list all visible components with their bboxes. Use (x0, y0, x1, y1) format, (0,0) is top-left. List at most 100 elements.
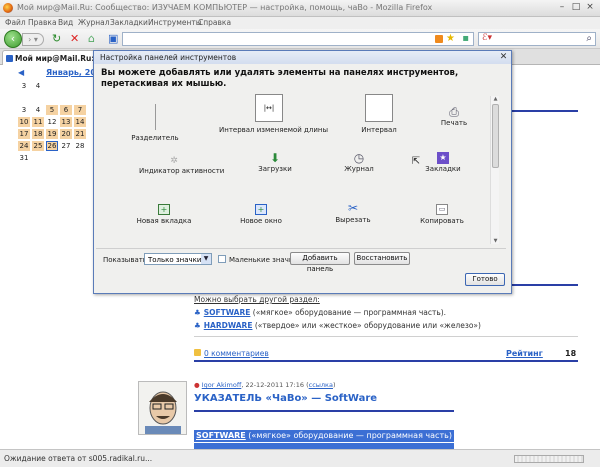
small-icons-label[interactable]: Маленькие значки (229, 256, 298, 264)
search-engine-icon[interactable]: ℰ▾ (482, 33, 492, 43)
scroll-thumb[interactable] (492, 104, 499, 168)
calendar-day[interactable]: 3 (18, 105, 30, 115)
chevron-down-icon[interactable]: ▼ (201, 254, 211, 264)
menu-file[interactable]: Файл (5, 18, 26, 27)
bookmark-star-icon[interactable]: ★ (446, 33, 455, 44)
calendar-day[interactable]: 11 (32, 117, 44, 127)
calendar-day[interactable]: 12 (46, 117, 58, 127)
calendar-day[interactable]: 14 (74, 117, 86, 127)
space-icon (365, 94, 393, 122)
calendar-day-today[interactable]: 26 (46, 141, 58, 151)
menu-help[interactable]: Справка (198, 18, 231, 27)
avatar[interactable] (138, 381, 187, 435)
close-window-button[interactable]: × (584, 2, 596, 14)
small-icons-checkbox[interactable] (218, 255, 226, 263)
calendar-day[interactable]: 27 (60, 141, 72, 151)
minimize-button[interactable]: – (556, 2, 568, 14)
palette-label: Загрузки (258, 165, 292, 173)
calendar-day[interactable]: 19 (46, 129, 58, 139)
dialog-divider (96, 248, 506, 249)
author-link[interactable]: Igor Akimoff (202, 381, 242, 389)
selected-text[interactable]: SOFTWARE («мягкое» оборудование — програ… (194, 430, 454, 442)
post-title[interactable]: УКАЗАТЕЛЬ «ЧаВо» — SoftWare (194, 393, 377, 404)
divider-rule (194, 410, 454, 412)
palette-flexible-space[interactable]: |↔| Интервал изменяемой длины (219, 94, 329, 134)
calendar-day[interactable]: 21 (74, 129, 86, 139)
palette-label: Интервал изменяемой длины (219, 126, 329, 134)
calendar-day[interactable]: 18 (32, 129, 44, 139)
calendar-day[interactable]: 5 (46, 105, 58, 115)
calendar-day[interactable]: 20 (60, 129, 72, 139)
navigation-bar: ‹ › ▾ ↻ ✕ ⌂ ▣ ★ ▪ ℰ▾ ⌕ (0, 29, 600, 49)
palette-new-tab[interactable]: + Новая вкладка (129, 204, 199, 225)
forward-button[interactable]: › ▾ (22, 33, 44, 46)
search-icon[interactable]: ⌕ (586, 33, 592, 44)
calendar-day[interactable]: 4 (32, 105, 44, 115)
show-select[interactable]: Только значки ▼ (144, 253, 212, 265)
stop-icon[interactable]: ✕ (70, 33, 79, 45)
calendar-day[interactable]: 17 (18, 129, 30, 139)
palette-space[interactable]: Интервал (349, 94, 409, 134)
palette-copy[interactable]: ▭ Копировать (411, 204, 473, 225)
calendar-day[interactable]: 10 (18, 117, 30, 127)
palette-cut[interactable]: ✂ Вырезать (325, 202, 381, 225)
selected-rest: («мягкое» оборудование — программная час… (245, 431, 452, 440)
calendar-day[interactable]: 7 (74, 105, 86, 115)
post-date: , 22-12-2011 17:16 ( (241, 381, 309, 389)
calendar-day[interactable]: 4 (32, 81, 44, 91)
window-title: Мой мир@Mail.Ru: Сообщество: ИЗУЧАЕМ КОМ… (17, 3, 433, 12)
palette-new-window[interactable]: + Новое окно (229, 204, 293, 225)
page-icon[interactable]: ▪ (462, 33, 469, 44)
calendar-day[interactable]: 25 (32, 141, 44, 151)
calendar-day[interactable]: 6 (60, 105, 72, 115)
calendar-day[interactable]: 13 (60, 117, 72, 127)
calendar-day[interactable]: 31 (18, 153, 30, 163)
calendar-prev-icon[interactable]: ◀ (18, 68, 24, 77)
calendar-day[interactable]: 3 (18, 81, 30, 91)
menu-tools[interactable]: Инструменты (148, 18, 202, 27)
restore-button[interactable]: Восстановить (354, 252, 410, 265)
palette-label: Новое окно (240, 217, 282, 225)
back-button[interactable]: ‹ (4, 30, 22, 48)
list-item: ♣ SOFTWARE («мягкое» оборудование — прогр… (194, 308, 446, 317)
palette-label: Интервал (361, 126, 397, 134)
rss-icon[interactable] (435, 35, 443, 43)
menu-history[interactable]: Журнал (78, 18, 110, 27)
rating-value: 18 (565, 349, 577, 358)
scroll-up-icon[interactable]: ▲ (492, 96, 499, 102)
comments-link[interactable]: 0 комментариев (204, 349, 269, 358)
title-bar: Мой мир@Mail.Ru: Сообщество: ИЗУЧАЕМ КОМ… (0, 0, 600, 17)
add-toolbar-button[interactable]: Добавить панель (290, 252, 350, 273)
done-button[interactable]: Готово (465, 273, 505, 286)
rating-link[interactable]: Рейтинг (506, 349, 543, 358)
reload-icon[interactable]: ↻ (52, 33, 61, 45)
list-item-text: («мягкое» оборудование — программная час… (250, 308, 447, 317)
palette-downloads[interactable]: ⬇ Загрузки (249, 152, 301, 173)
palette-separator[interactable]: Разделитель (129, 104, 181, 142)
home-icon[interactable]: ⌂ (88, 33, 95, 45)
calendar-day[interactable]: 24 (18, 141, 30, 151)
palette-activity-indicator[interactable]: ✲ Индикатор активности (139, 156, 224, 175)
palette-print[interactable]: ⎙ Печать (429, 106, 479, 127)
selected-bold[interactable]: SOFTWARE (196, 431, 246, 440)
permalink[interactable]: ссылка (309, 381, 333, 389)
menu-bookmarks[interactable]: Закладки (110, 18, 148, 27)
palette-history[interactable]: ◷ Журнал (333, 152, 385, 173)
palette-scrollbar[interactable]: ▲ ▼ (490, 96, 499, 244)
hardware-link[interactable]: HARDWARE (204, 321, 253, 330)
calendar-day[interactable]: 28 (74, 141, 86, 151)
search-input[interactable]: ℰ▾ ⌕ (478, 32, 596, 46)
palette-bookmarks[interactable]: ★ Закладки (417, 152, 469, 173)
maximize-button[interactable]: □ (570, 2, 582, 14)
palette-label: Печать (440, 119, 468, 127)
palette-label: Журнал (344, 165, 374, 173)
mouse-cursor-icon: ⇱ (411, 156, 421, 167)
address-bar[interactable]: ★ ▪ (122, 32, 474, 46)
dialog-close-icon[interactable]: ✕ (498, 52, 509, 63)
copy-icon: ▭ (436, 204, 448, 215)
software-link[interactable]: SOFTWARE (204, 308, 251, 317)
menu-view[interactable]: Вид (58, 18, 73, 27)
menu-edit[interactable]: Правка (28, 18, 57, 27)
scroll-down-icon[interactable]: ▼ (492, 238, 499, 244)
show-label: Показывать: (103, 256, 150, 264)
